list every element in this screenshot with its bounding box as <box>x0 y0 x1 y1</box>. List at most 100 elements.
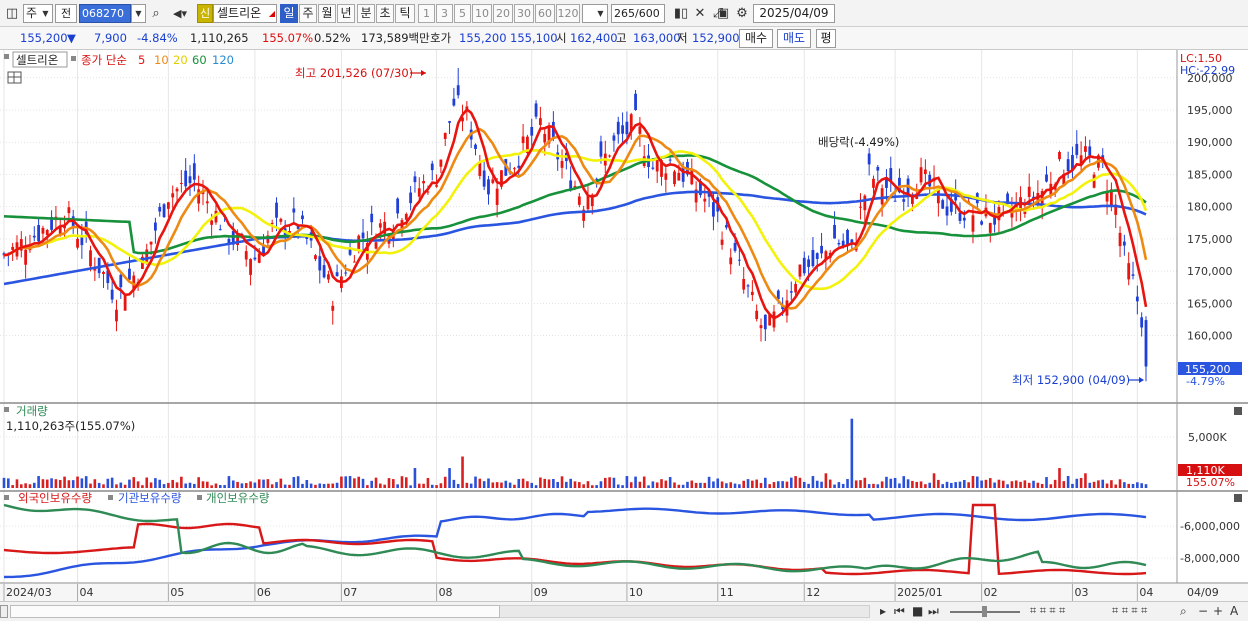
gear-icon[interactable]: ⚙ <box>733 4 751 23</box>
period-tab-month[interactable]: 월 <box>318 4 336 23</box>
data-count-field[interactable]: 265/600 <box>611 4 665 23</box>
volume-panel-title[interactable]: 거래량 <box>16 404 48 418</box>
save-icon[interactable]: ▣ <box>715 4 731 23</box>
volume-bar <box>993 482 996 488</box>
volume-bar <box>720 481 724 488</box>
candle-body <box>24 249 28 265</box>
search-icon[interactable]: ⌕ <box>148 4 164 23</box>
close-icon[interactable] <box>1234 407 1242 415</box>
volume-bar <box>348 476 352 488</box>
interval-5[interactable]: 5 <box>454 4 471 23</box>
change-arrow-icon: ▼ <box>67 31 76 45</box>
window-layout-icon[interactable]: ◫ <box>3 4 21 23</box>
period-tab-tick[interactable]: 틱 <box>395 4 415 23</box>
legend-individual[interactable]: 개인보유수량 <box>206 491 270 505</box>
legend-institution[interactable]: 기관보유수량 <box>118 491 182 505</box>
stop-icon[interactable]: ■ <box>912 604 923 618</box>
sound-icon[interactable]: ◀▾ <box>166 4 194 23</box>
candle-body <box>396 198 400 214</box>
volume-bar <box>820 481 823 488</box>
interval-120[interactable]: 120 <box>556 4 580 23</box>
period-tab-day[interactable]: 일 <box>280 4 298 23</box>
candle-body <box>1135 296 1139 302</box>
candle-body <box>314 255 317 260</box>
sell-button[interactable]: 매도 <box>777 29 811 48</box>
scroll-left-button[interactable] <box>0 605 8 618</box>
price-panel-name[interactable]: 셀트리온 <box>16 53 58 67</box>
play-icon[interactable]: ▸ <box>880 604 886 618</box>
candle-body <box>893 200 897 202</box>
volume-bar <box>270 484 274 488</box>
plus-icon[interactable]: + <box>1213 604 1223 618</box>
volume-bar <box>361 478 365 488</box>
volume-bar <box>32 482 36 488</box>
volume-bar <box>785 481 789 488</box>
code-dropdown[interactable]: ▼ <box>131 4 146 23</box>
date-field[interactable]: 2025/04/09 <box>753 4 835 23</box>
volume-bar <box>80 478 84 488</box>
interval-60[interactable]: 60 <box>535 4 555 23</box>
x-axis-label: 05 <box>170 586 184 599</box>
avg-button[interactable]: 평 <box>816 29 836 48</box>
scroll-thumb[interactable] <box>10 605 500 618</box>
draw-tools-icon[interactable]: ⌗ ⌗ ⌗ ⌗ <box>1030 604 1065 618</box>
volume-bar <box>651 481 655 488</box>
price-axis-tick: 170,000 <box>1187 265 1233 278</box>
open-label: 시 <box>556 31 567 45</box>
volume-bar <box>841 483 845 488</box>
volume-bar <box>924 484 927 488</box>
candle-body <box>352 261 356 263</box>
tools-icon[interactable]: ✕ <box>691 4 709 23</box>
candle-body <box>374 242 378 249</box>
buy-button[interactable]: 매수 <box>739 29 773 48</box>
volume-bar <box>426 478 430 488</box>
volume-bar <box>491 482 495 488</box>
close-icon[interactable] <box>1234 494 1242 502</box>
volume-bar <box>850 418 854 488</box>
period-tab-second[interactable]: 초 <box>376 4 394 23</box>
volume-bar <box>63 476 66 488</box>
volume-bar <box>102 484 105 488</box>
interval-10[interactable]: 10 <box>472 4 492 23</box>
candle-icon[interactable]: ▮▯ <box>672 4 690 23</box>
minus-icon[interactable]: − <box>1198 604 1208 618</box>
candle-body <box>97 257 101 274</box>
candle-body <box>218 229 222 231</box>
volume-bar <box>193 483 196 488</box>
interval-custom-select[interactable]: ▼ <box>582 4 608 23</box>
font-size-icon[interactable]: A <box>1230 604 1238 618</box>
zoom-icon[interactable]: ⌕ <box>1180 604 1187 618</box>
ma-label[interactable]: 종가 단순 <box>81 53 127 67</box>
volume-bar <box>279 478 283 488</box>
interval-1[interactable]: 1 <box>418 4 435 23</box>
stock-name-field[interactable]: 셀트리온 ◢ <box>213 4 277 23</box>
candle-body <box>145 249 149 264</box>
period-tab-week[interactable]: 주 <box>299 4 317 23</box>
legend-foreign[interactable]: 외국인보유수량 <box>18 491 92 505</box>
period-tab-year[interactable]: 년 <box>337 4 355 23</box>
candle-body <box>149 241 153 245</box>
interval-3[interactable]: 3 <box>436 4 453 23</box>
rewind-icon[interactable]: ⏮ <box>894 604 905 618</box>
interval-30[interactable]: 30 <box>514 4 534 23</box>
candle-body <box>1084 146 1087 152</box>
volume-panel-value: 1,110,263주(155.07%) <box>6 419 135 433</box>
toolbar: ◫ 주 ▼ 전 068270 ▼ ⌕ ◀▾ 신 셀트리온 ◢ 일 주 월 년 분… <box>0 0 1248 27</box>
draw-tools-icon-2[interactable]: ⌗ ⌗ ⌗ ⌗ <box>1112 604 1147 618</box>
prev-button[interactable]: 전 <box>55 4 77 23</box>
fast-forward-icon[interactable]: ⏭ <box>928 604 939 618</box>
candle-body <box>123 295 127 311</box>
candle-body <box>348 249 352 255</box>
candle-body <box>422 180 425 184</box>
candle-body <box>76 238 79 248</box>
candle-body <box>361 232 365 239</box>
stock-code-input[interactable]: 068270 <box>79 4 131 23</box>
candle-body <box>543 133 547 143</box>
candle-body <box>919 167 923 183</box>
zoom-slider-handle[interactable] <box>982 606 987 617</box>
stock-chart[interactable]: 셀트리온 종가 단순 5 10 20 60 120 LC:1.50 HC:-22… <box>0 50 1248 605</box>
interval-20[interactable]: 20 <box>493 4 513 23</box>
period-tab-minute[interactable]: 분 <box>357 4 375 23</box>
period-type-select[interactable]: 주 ▼ <box>23 4 53 23</box>
price-axis-tick: 175,000 <box>1187 233 1233 246</box>
